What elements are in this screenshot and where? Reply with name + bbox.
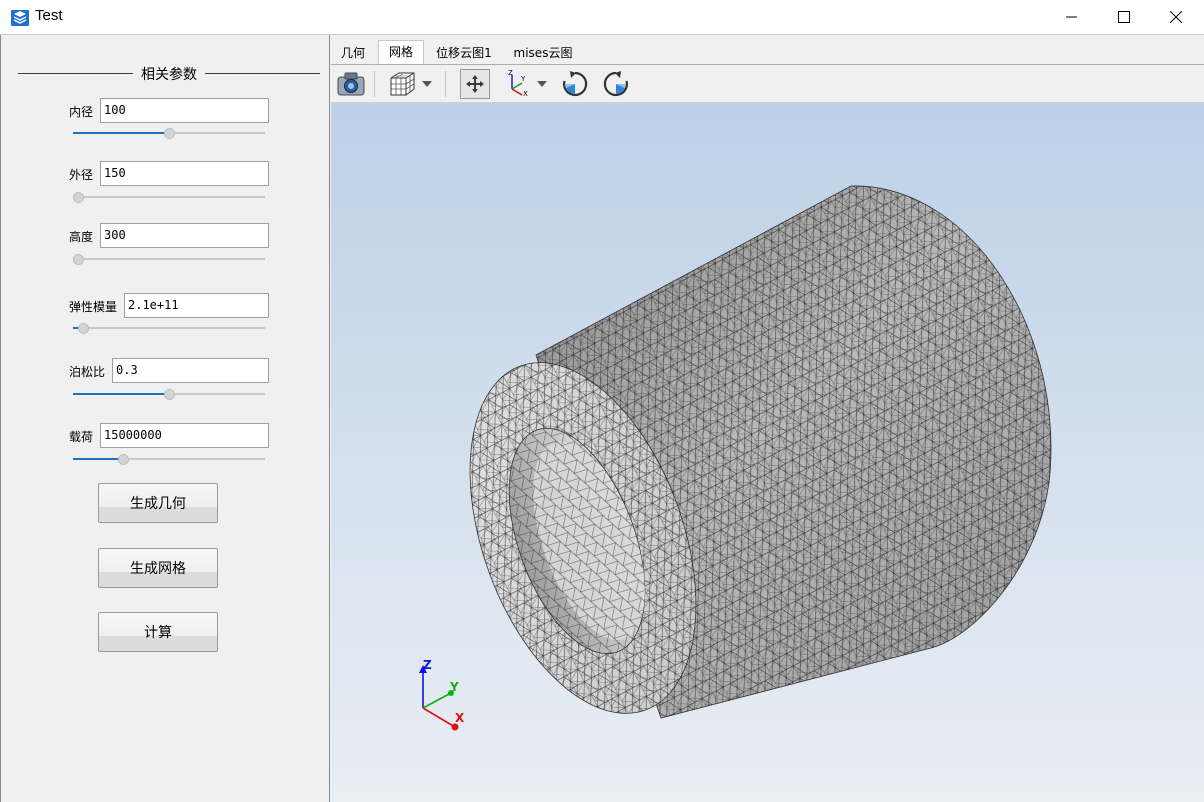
toolbar-separator (445, 71, 446, 97)
generate-geometry-button[interactable]: 生成几何 (98, 483, 218, 523)
poisson-ratio-slider[interactable] (73, 387, 265, 401)
height-label: 高度 (69, 230, 94, 244)
tab-geometry[interactable]: 几何 (333, 42, 373, 64)
minimize-button[interactable] (1046, 0, 1098, 34)
axis-x-label: X (455, 711, 465, 725)
outer-diameter-label: 外径 (69, 168, 94, 182)
slider-thumb[interactable] (78, 323, 89, 334)
viewer-toolbar: Z Y X (331, 65, 1204, 103)
height-slider[interactable] (73, 252, 265, 266)
rotate-left-icon[interactable] (560, 69, 590, 99)
svg-text:Y: Y (520, 75, 526, 83)
dropdown-arrow-icon[interactable] (534, 69, 550, 99)
tab-bar: 几何 网格 位移云图1 mises云图 (331, 39, 1204, 64)
rotate-right-icon[interactable] (601, 69, 631, 99)
outer-diameter-input[interactable]: 150 (100, 161, 269, 186)
axis-y-label: Y (449, 680, 459, 694)
maximize-button[interactable] (1098, 0, 1150, 34)
svg-text:Z: Z (508, 69, 513, 77)
app-icon (10, 7, 30, 27)
generate-mesh-button[interactable]: 生成网格 (98, 548, 218, 588)
dropdown-arrow-icon[interactable] (419, 69, 435, 99)
inner-diameter-slider[interactable] (73, 126, 265, 140)
svg-text:X: X (523, 90, 528, 98)
title-bar: Test (0, 0, 1204, 34)
fit-view-icon[interactable] (460, 69, 490, 99)
toolbar-separator (374, 71, 375, 97)
load-slider[interactable] (73, 452, 265, 466)
tab-displacement[interactable]: 位移云图1 (429, 42, 499, 64)
camera-icon[interactable] (336, 69, 366, 99)
minimize-icon (1066, 16, 1077, 18)
elastic-modulus-slider[interactable] (73, 321, 265, 335)
mesh-viewport[interactable]: Z Y X (331, 103, 1204, 802)
axis-z-label: Z (423, 658, 432, 672)
slider-thumb[interactable] (118, 454, 129, 465)
load-label: 载荷 (69, 430, 94, 444)
slider-thumb[interactable] (164, 128, 175, 139)
slider-thumb[interactable] (73, 254, 84, 265)
axis-triad: Z Y X (419, 658, 465, 731)
parameter-group: 相关参数 (18, 64, 320, 83)
elastic-modulus-input[interactable]: 2.1e+11 (124, 293, 269, 318)
parameter-panel (0, 35, 330, 802)
load-input[interactable]: 15000000 (100, 423, 269, 448)
group-title: 相关参数 (133, 67, 205, 83)
close-button[interactable] (1150, 0, 1202, 34)
tab-mises[interactable]: mises云图 (507, 42, 579, 64)
inner-diameter-label: 内径 (69, 105, 94, 119)
slider-thumb[interactable] (164, 389, 175, 400)
tab-mesh[interactable]: 网格 (378, 40, 424, 64)
height-input[interactable]: 300 (100, 223, 269, 248)
outer-diameter-slider[interactable] (73, 190, 265, 204)
mesh-render: Z Y X (419, 185, 1052, 743)
cube-view-icon[interactable] (387, 69, 417, 99)
inner-diameter-input[interactable]: 100 (100, 98, 269, 123)
window-title: Test (35, 7, 63, 24)
elastic-modulus-label: 弹性模量 (69, 300, 118, 314)
poisson-ratio-label: 泊松比 (69, 365, 106, 379)
maximize-icon (1118, 11, 1130, 23)
axes-icon[interactable]: Z Y X (502, 69, 532, 99)
slider-thumb[interactable] (73, 192, 84, 203)
compute-button[interactable]: 计算 (98, 612, 218, 652)
poisson-ratio-input[interactable]: 0.3 (112, 358, 269, 383)
close-icon (1170, 11, 1182, 23)
